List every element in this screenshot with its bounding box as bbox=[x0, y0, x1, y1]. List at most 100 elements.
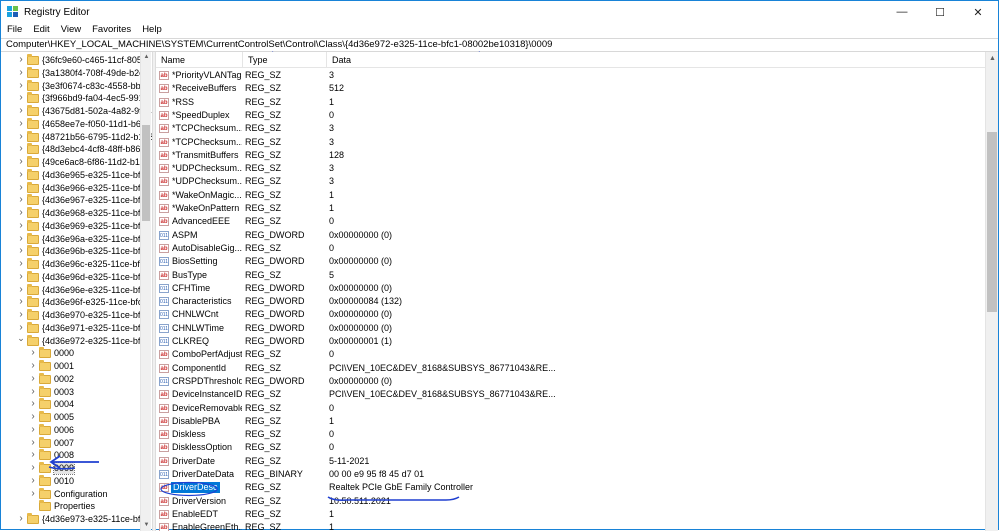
tree-item[interactable]: › 0006 bbox=[1, 423, 152, 437]
value-row[interactable]: 011 Characteristics REG_DWORD 0x00000084 (1… bbox=[156, 295, 985, 308]
value-row[interactable]: ab *UDPChecksum... REG_SZ 3 bbox=[156, 175, 985, 188]
scroll-down-icon[interactable]: ▼ bbox=[141, 520, 152, 531]
chevron-right-icon[interactable]: › bbox=[17, 54, 25, 65]
chevron-right-icon[interactable]: › bbox=[17, 271, 25, 282]
chevron-right-icon[interactable]: › bbox=[17, 92, 25, 103]
chevron-right-icon[interactable]: › bbox=[17, 194, 25, 205]
tree-item[interactable]: › 0008 bbox=[1, 449, 152, 462]
chevron-right-icon[interactable]: › bbox=[17, 322, 25, 333]
value-row[interactable]: ab DriverVersion REG_SZ 10.50.511.2021 bbox=[156, 495, 985, 508]
value-row[interactable]: ab *TCPChecksum... REG_SZ 3 bbox=[156, 136, 985, 149]
tree-item[interactable]: › {4d36e96b-e325-11ce-bfc1 bbox=[1, 245, 152, 258]
chevron-right-icon[interactable]: › bbox=[29, 360, 37, 371]
tree-item[interactable]: › {43675d81-502a-4a82-9f84 bbox=[1, 105, 152, 118]
chevron-right-icon[interactable]: › bbox=[29, 386, 37, 397]
tree-item[interactable]: › {3e3f0674-c83c-4558-bb26 bbox=[1, 79, 152, 93]
value-row[interactable]: ab *PriorityVLANTag REG_SZ 3 bbox=[156, 69, 985, 82]
address-bar[interactable]: Computer\HKEY_LOCAL_MACHINE\SYSTEM\Curre… bbox=[1, 38, 998, 52]
tree-item[interactable]: › 0004 bbox=[1, 398, 152, 411]
value-row[interactable]: ab *TransmitBuffers REG_SZ 128 bbox=[156, 149, 985, 162]
value-row[interactable]: ab DriverDate REG_SZ 5-11-2021 bbox=[156, 455, 985, 468]
chevron-right-icon[interactable]: › bbox=[29, 488, 37, 499]
tree-item[interactable]: › {4d36e965-e325-11ce-bfc1 bbox=[1, 168, 152, 182]
chevron-right-icon[interactable]: › bbox=[17, 513, 25, 524]
tree-item[interactable]: › {36fc9e60-c465-11cf-8056- bbox=[1, 54, 152, 67]
menu-help[interactable]: Help bbox=[136, 23, 167, 37]
value-row[interactable]: 011 CLKREQ REG_DWORD 0x00000001 (1) bbox=[156, 335, 985, 348]
value-row[interactable]: ab *WakeOnPattern REG_SZ 1 bbox=[156, 202, 985, 215]
value-row[interactable]: 011 DriverDateData REG_BINARY 00 00 e9 95 f… bbox=[156, 468, 985, 481]
chevron-down-icon[interactable]: ⌄ bbox=[17, 333, 25, 346]
value-row[interactable]: ab DriverDesc REG_SZ Realtek PCIe GbE Famil… bbox=[156, 481, 985, 494]
chevron-right-icon[interactable]: › bbox=[17, 233, 25, 244]
tree-item[interactable]: › {4d36e96a-e325-11ce-bfc1 bbox=[1, 232, 152, 246]
tree-item[interactable]: › {49ce6ac8-6f86-11d2-b1e5 bbox=[1, 156, 152, 169]
tree-item[interactable]: › 0010 bbox=[1, 474, 152, 488]
tree-item[interactable]: › {3a1380f4-708f-49de-b2ef- bbox=[1, 66, 152, 80]
tree-item[interactable]: › {4d36e968-e325-11ce-bfc1 bbox=[1, 207, 152, 220]
value-row[interactable]: ab *ReceiveBuffers REG_SZ 512 bbox=[156, 82, 985, 95]
value-row[interactable]: ab DisklessOption REG_SZ 0 bbox=[156, 441, 985, 454]
maximize-button[interactable]: ☐ bbox=[921, 1, 959, 23]
menu-file[interactable]: File bbox=[1, 23, 27, 37]
tree-item[interactable]: › 0003 bbox=[1, 385, 152, 399]
value-row[interactable]: 011 CFHTime REG_DWORD 0x00000000 (0) bbox=[156, 282, 985, 295]
tree-item[interactable]: › Configuration bbox=[1, 487, 152, 501]
menu-edit[interactable]: Edit bbox=[27, 23, 54, 37]
value-row[interactable]: ab BusType REG_SZ 5 bbox=[156, 269, 985, 282]
chevron-right-icon[interactable]: › bbox=[17, 182, 25, 193]
tree-item[interactable]: › {4d36e970-e325-11ce-bfc1 bbox=[1, 309, 152, 322]
chevron-right-icon[interactable]: › bbox=[17, 105, 25, 116]
value-row[interactable]: ab AutoDisableGig... REG_SZ 0 bbox=[156, 242, 985, 255]
value-row[interactable]: ab DeviceRemovable REG_SZ 0 bbox=[156, 402, 985, 415]
chevron-right-icon[interactable]: › bbox=[17, 67, 25, 78]
tree-item[interactable]: › {4d36e973-e325-11ce-bfc1 bbox=[1, 513, 152, 526]
chevron-right-icon[interactable]: › bbox=[29, 462, 37, 473]
chevron-right-icon[interactable]: › bbox=[17, 80, 25, 91]
value-row[interactable]: ab ComponentId REG_SZ PCI\VEN_10EC&DEV_8168… bbox=[156, 362, 985, 375]
value-row[interactable]: ab *WakeOnMagic... REG_SZ 1 bbox=[156, 189, 985, 202]
value-row[interactable]: 011 CHNLWCnt REG_DWORD 0x00000000 (0) bbox=[156, 308, 985, 321]
chevron-right-icon[interactable]: › bbox=[17, 245, 25, 256]
chevron-right-icon[interactable]: › bbox=[17, 220, 25, 231]
scroll-up-icon[interactable]: ▲ bbox=[141, 52, 152, 63]
chevron-right-icon[interactable]: › bbox=[17, 207, 25, 218]
value-row[interactable]: ab *RSS REG_SZ 1 bbox=[156, 96, 985, 109]
tree-item[interactable]: › {4d36e96e-e325-11ce-bfc1 bbox=[1, 283, 152, 297]
value-row[interactable]: ab *TCPChecksum... REG_SZ 3 bbox=[156, 122, 985, 135]
chevron-right-icon[interactable]: › bbox=[17, 143, 25, 154]
tree-item[interactable]: › 0007 bbox=[1, 436, 152, 450]
chevron-right-icon[interactable]: › bbox=[17, 118, 25, 129]
tree-item[interactable]: › {4658ee7e-f050-11d1-b6bd bbox=[1, 117, 152, 131]
column-header-type[interactable]: Type bbox=[243, 52, 327, 68]
value-row[interactable]: ab *SpeedDuplex REG_SZ 0 bbox=[156, 109, 985, 122]
chevron-right-icon[interactable]: › bbox=[17, 309, 25, 320]
tree-item[interactable]: › 0002 bbox=[1, 372, 152, 386]
tree-item[interactable]: › 0009 bbox=[1, 462, 152, 475]
value-row[interactable]: ab ComboPerfAdjust REG_SZ 0 bbox=[156, 348, 985, 361]
tree-item[interactable]: Properties bbox=[1, 500, 152, 513]
chevron-right-icon[interactable]: › bbox=[29, 411, 37, 422]
chevron-right-icon[interactable]: › bbox=[29, 398, 37, 409]
value-row[interactable]: ab *UDPChecksum... REG_SZ 3 bbox=[156, 162, 985, 175]
chevron-right-icon[interactable]: › bbox=[29, 449, 37, 460]
chevron-right-icon[interactable]: › bbox=[17, 296, 25, 307]
value-row[interactable]: 011 CRSPDThreshold REG_DWORD 0x00000000 (0) bbox=[156, 375, 985, 388]
value-row[interactable]: 011 BiosSetting REG_DWORD 0x00000000 (0) bbox=[156, 255, 985, 268]
tree-item[interactable]: › {4d36e967-e325-11ce-bfc1 bbox=[1, 194, 152, 207]
tree-item[interactable]: ⌄ {4d36e972-e325-11ce-bfc1 bbox=[1, 333, 152, 348]
tree-item[interactable]: › 0000 bbox=[1, 347, 152, 360]
tree-scrollbar-thumb[interactable] bbox=[142, 125, 150, 221]
tree-item[interactable]: › {4d36e96d-e325-11ce-bfc1 bbox=[1, 270, 152, 284]
tree-item[interactable]: › 0001 bbox=[1, 360, 152, 373]
scroll-up-icon[interactable]: ▲ bbox=[986, 52, 998, 65]
column-header-name[interactable]: Name bbox=[156, 52, 243, 68]
chevron-right-icon[interactable]: › bbox=[29, 373, 37, 384]
value-row[interactable]: 011 ASPM REG_DWORD 0x00000000 (0) bbox=[156, 229, 985, 242]
chevron-right-icon[interactable]: › bbox=[17, 258, 25, 269]
tree-item[interactable]: › {4d36e96f-e325-11ce-bfc1- bbox=[1, 296, 152, 309]
chevron-right-icon[interactable]: › bbox=[17, 131, 25, 142]
tree-item[interactable]: › 0005 bbox=[1, 411, 152, 424]
tree-item[interactable]: › {4d36e966-e325-11ce-bfc1 bbox=[1, 181, 152, 195]
value-row[interactable]: ab EnableEDT REG_SZ 1 bbox=[156, 508, 985, 521]
